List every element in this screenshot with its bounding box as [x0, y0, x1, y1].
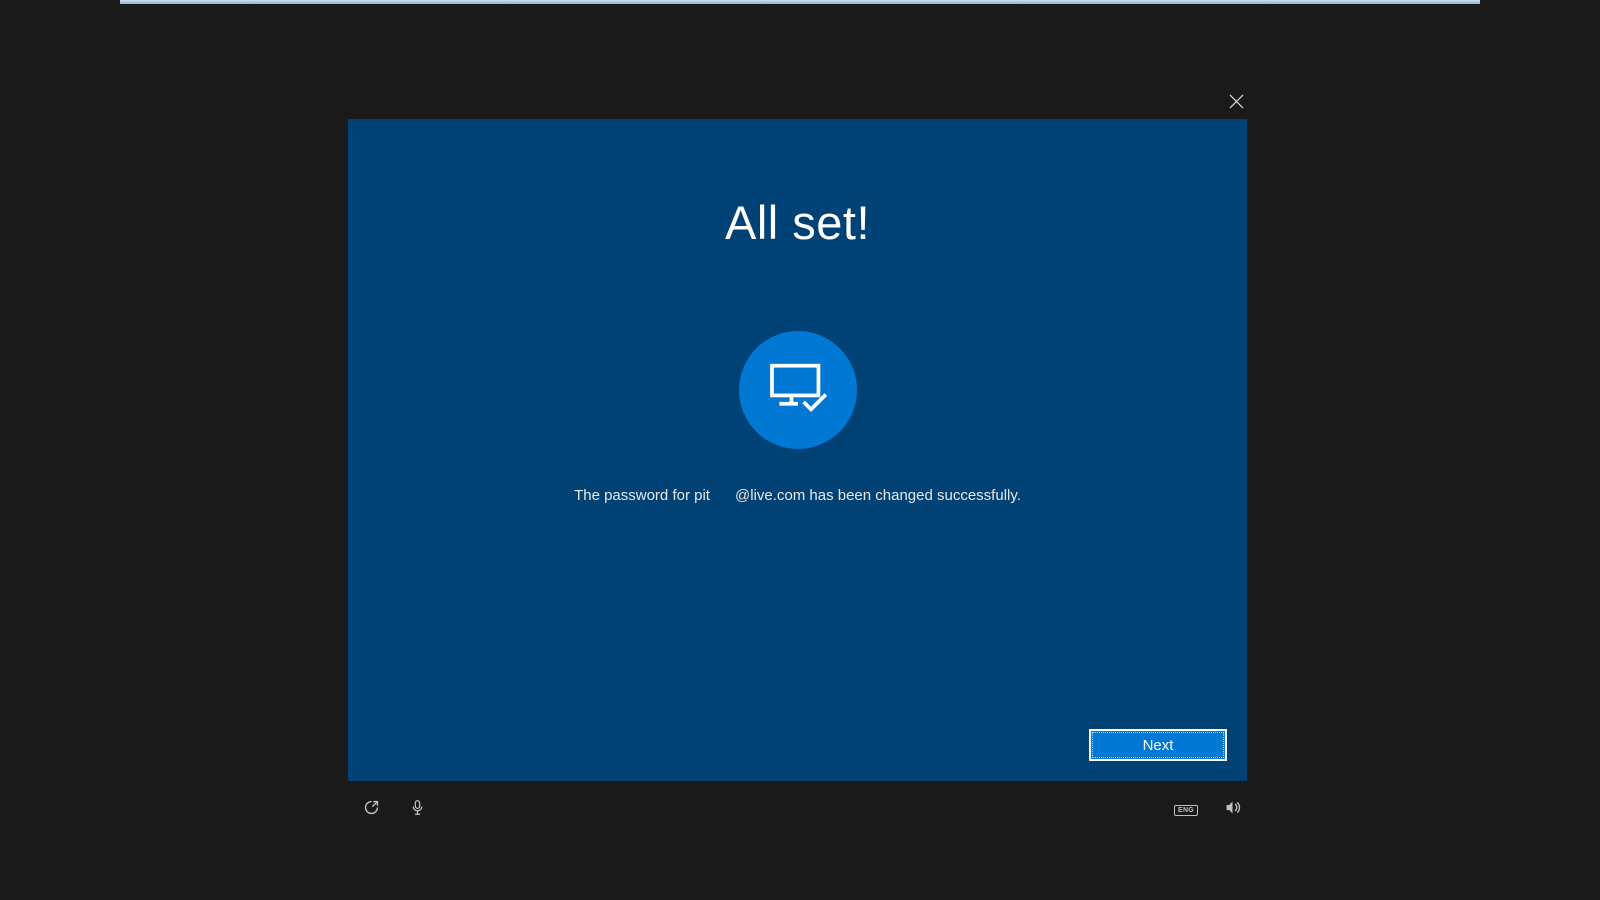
keyboard-layout-button[interactable]: ENG: [1177, 801, 1195, 819]
browser-chrome-hint: [120, 0, 1480, 4]
next-button-label: Next: [1143, 737, 1174, 754]
next-button[interactable]: Next: [1089, 729, 1227, 761]
ease-of-access-button[interactable]: [362, 801, 380, 819]
monitor-check-icon: [768, 362, 828, 419]
bottom-toolbar: ENG: [348, 795, 1247, 825]
microphone-icon: [409, 799, 426, 821]
mic-button[interactable]: [408, 801, 426, 819]
success-message: The password for pit @live.com has been …: [348, 487, 1247, 504]
volume-button[interactable]: [1223, 801, 1241, 819]
success-icon-circle: [739, 331, 857, 449]
volume-icon: [1224, 799, 1241, 821]
keyboard-icon: ENG: [1174, 805, 1197, 816]
close-icon: [1229, 94, 1244, 114]
dialog-title: All set!: [348, 195, 1247, 250]
ease-of-access-icon: [363, 799, 380, 821]
close-button[interactable]: [1220, 88, 1252, 120]
setup-dialog: All set! The password for pit @live.com …: [348, 119, 1247, 781]
